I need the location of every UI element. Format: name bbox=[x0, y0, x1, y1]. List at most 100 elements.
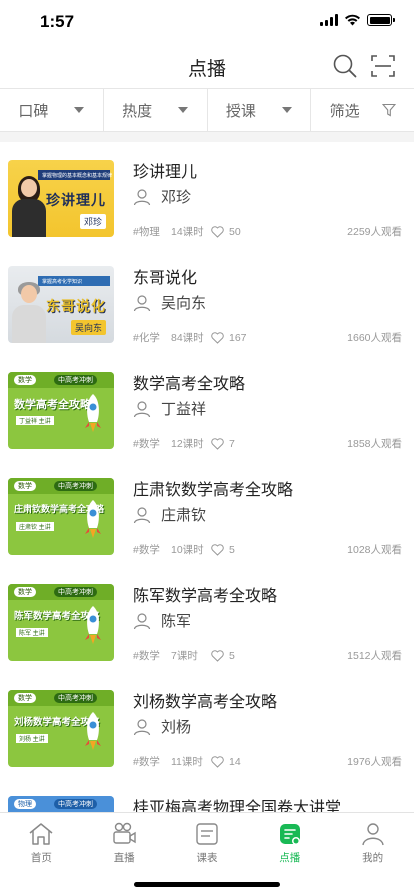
teacher-row: 丁益祥 bbox=[133, 398, 206, 419]
thumbnail-teacher: 庄肃钦 主讲 bbox=[16, 522, 54, 531]
course-title: 庄肃钦数学高考全攻略 bbox=[133, 482, 294, 499]
tab-label: 课表 bbox=[196, 852, 218, 864]
subject-tag: #化学 bbox=[133, 332, 160, 344]
teacher-name: 丁益祥 bbox=[161, 401, 207, 418]
status-bar: 1:57 bbox=[0, 0, 414, 44]
thumbnail-subject: 物理 bbox=[14, 799, 36, 809]
view-count: 1028人观看 bbox=[347, 544, 402, 556]
user-icon bbox=[133, 506, 151, 523]
teacher-row: 吴向东 bbox=[133, 292, 206, 313]
subject-tag: #数学 bbox=[133, 756, 160, 768]
thumbnail-subject: 数学 bbox=[14, 481, 36, 491]
likes[interactable]: 5 bbox=[211, 544, 235, 556]
thumbnail-teacher: 吴向东 bbox=[70, 320, 106, 335]
course-thumbnail: 数学 中高考冲刺 陈军数学高考全攻略 陈军 主讲 bbox=[8, 584, 114, 661]
teacher-row: 庄肃钦 bbox=[133, 504, 206, 525]
filter-screen[interactable]: 筛选 bbox=[311, 89, 414, 131]
course-thumbnail: 物理 中高考冲刺 bbox=[8, 796, 114, 812]
subject-tag: #数学 bbox=[133, 438, 160, 450]
teacher-photo bbox=[12, 176, 46, 237]
battery-icon bbox=[367, 14, 395, 26]
course-title: 刘杨数学高考全攻略 bbox=[133, 694, 278, 711]
camera-icon bbox=[113, 822, 136, 844]
likes[interactable]: 5 bbox=[211, 650, 235, 662]
thumbnail-teacher: 丁益祥 主讲 bbox=[16, 416, 54, 425]
thumbnail-banner: 中高考冲刺 bbox=[54, 587, 97, 597]
rocket-icon bbox=[85, 712, 101, 750]
teacher-name: 庄肃钦 bbox=[161, 507, 207, 524]
user-icon bbox=[133, 400, 151, 417]
rocket-icon bbox=[85, 606, 101, 644]
filter-popularity[interactable]: 热度 bbox=[104, 89, 208, 131]
lesson-count: 84课时 bbox=[171, 332, 204, 344]
course-item[interactable]: 掌握物理的基本概念和基本规律 珍讲理儿 邓珍 珍讲理儿 邓珍 #物理 14课时 … bbox=[0, 142, 414, 248]
course-item[interactable]: 数学 中高考冲刺 庄肃钦数学高考全攻略 庄肃钦 主讲 庄肃钦数学高考全攻略 庄肃… bbox=[0, 460, 414, 566]
thumbnail-banner: 中高考冲刺 bbox=[54, 799, 97, 809]
filter-label: 热度 bbox=[122, 102, 153, 120]
course-title: 桂亚梅高考物理全国卷大讲堂 bbox=[133, 800, 342, 812]
course-meta: #数学 11课时 14 1976人观看 bbox=[133, 754, 402, 769]
user-icon bbox=[133, 718, 151, 735]
scan-icon[interactable] bbox=[370, 53, 396, 79]
course-meta: #物理 14课时 50 2259人观看 bbox=[133, 224, 402, 239]
filter-bar: 口碑 热度 授课 筛选 bbox=[0, 88, 414, 132]
thumbnail-subtitle: 掌握物理的基本概念和基本规律 bbox=[42, 173, 113, 179]
heart-icon bbox=[211, 331, 224, 344]
likes[interactable]: 167 bbox=[211, 332, 247, 344]
course-thumbnail: 掌握物理的基本概念和基本规律 珍讲理儿 邓珍 bbox=[8, 160, 114, 237]
thumbnail-subject: 数学 bbox=[14, 375, 36, 385]
thumbnail-title: 珍讲理儿 bbox=[46, 192, 106, 208]
like-count: 5 bbox=[229, 649, 235, 662]
course-item[interactable]: 数学 中高考冲刺 陈军数学高考全攻略 陈军 主讲 陈军数学高考全攻略 陈军 #数… bbox=[0, 566, 414, 672]
heart-icon bbox=[211, 649, 224, 662]
course-item[interactable]: 物理 中高考冲刺 桂亚梅高考物理全国卷大讲堂 bbox=[0, 778, 414, 812]
subject-tag: #数学 bbox=[133, 650, 160, 662]
user-icon bbox=[133, 612, 151, 629]
course-thumbnail: 数学 中高考冲刺 数学高考全攻略 丁益祥 主讲 bbox=[8, 372, 114, 449]
rocket-icon bbox=[85, 394, 101, 432]
likes[interactable]: 7 bbox=[211, 438, 235, 450]
view-count: 1976人观看 bbox=[347, 756, 402, 768]
course-item[interactable]: 数学 中高考冲刺 刘杨数学高考全攻略 刘杨 主讲 刘杨数学高考全攻略 刘杨 #数… bbox=[0, 672, 414, 778]
likes[interactable]: 50 bbox=[211, 226, 241, 238]
view-count: 1660人观看 bbox=[347, 332, 402, 344]
course-title: 陈军数学高考全攻略 bbox=[133, 588, 278, 605]
heart-icon bbox=[211, 755, 224, 768]
thumbnail-teacher: 邓珍 bbox=[79, 214, 106, 229]
teacher-name: 吴向东 bbox=[161, 295, 207, 312]
tab-home[interactable]: 首页 bbox=[0, 813, 83, 896]
caret-down-icon bbox=[178, 107, 189, 113]
course-item[interactable]: 数学 中高考冲刺 数学高考全攻略 丁益祥 主讲 数学高考全攻略 丁益祥 #数学 … bbox=[0, 354, 414, 460]
course-meta: #化学 84课时 167 1660人观看 bbox=[133, 330, 402, 345]
course-title: 数学高考全攻略 bbox=[133, 376, 246, 393]
teacher-row: 刘杨 bbox=[133, 716, 191, 737]
course-title: 东哥说化 bbox=[133, 270, 198, 287]
course-meta: #数学 7课时 5 1512人观看 bbox=[133, 648, 402, 663]
tab-label: 我的 bbox=[362, 852, 384, 864]
thumbnail-subject: 数学 bbox=[14, 693, 36, 703]
thumbnail-subject: 数学 bbox=[14, 587, 36, 597]
thumbnail-banner: 中高考冲刺 bbox=[54, 693, 97, 703]
user-icon bbox=[133, 188, 151, 205]
filter-teaching[interactable]: 授课 bbox=[208, 89, 312, 131]
subject-tag: #数学 bbox=[133, 544, 160, 556]
view-count: 2259人观看 bbox=[347, 226, 402, 238]
like-count: 14 bbox=[229, 755, 241, 768]
course-item[interactable]: 掌握高考化学知识 东哥说化 吴向东 东哥说化 吴向东 #化学 84课时 167 … bbox=[0, 248, 414, 354]
subject-tag: #物理 bbox=[133, 226, 160, 238]
filter-reputation[interactable]: 口碑 bbox=[0, 89, 104, 131]
likes[interactable]: 14 bbox=[211, 756, 241, 768]
teacher-row: 邓珍 bbox=[133, 186, 191, 207]
lesson-count: 11课时 bbox=[171, 756, 203, 768]
caret-down-icon bbox=[74, 107, 85, 113]
profile-icon bbox=[361, 823, 384, 846]
course-meta: #数学 12课时 7 1858人观看 bbox=[133, 436, 402, 451]
status-icons bbox=[320, 14, 395, 26]
teacher-name: 邓珍 bbox=[161, 189, 192, 206]
like-count: 50 bbox=[229, 225, 241, 238]
teacher-name: 刘杨 bbox=[161, 719, 192, 736]
search-icon[interactable] bbox=[332, 53, 358, 79]
home-icon bbox=[29, 823, 53, 845]
heart-icon bbox=[211, 437, 224, 450]
tab-profile[interactable]: 我的 bbox=[331, 813, 414, 896]
